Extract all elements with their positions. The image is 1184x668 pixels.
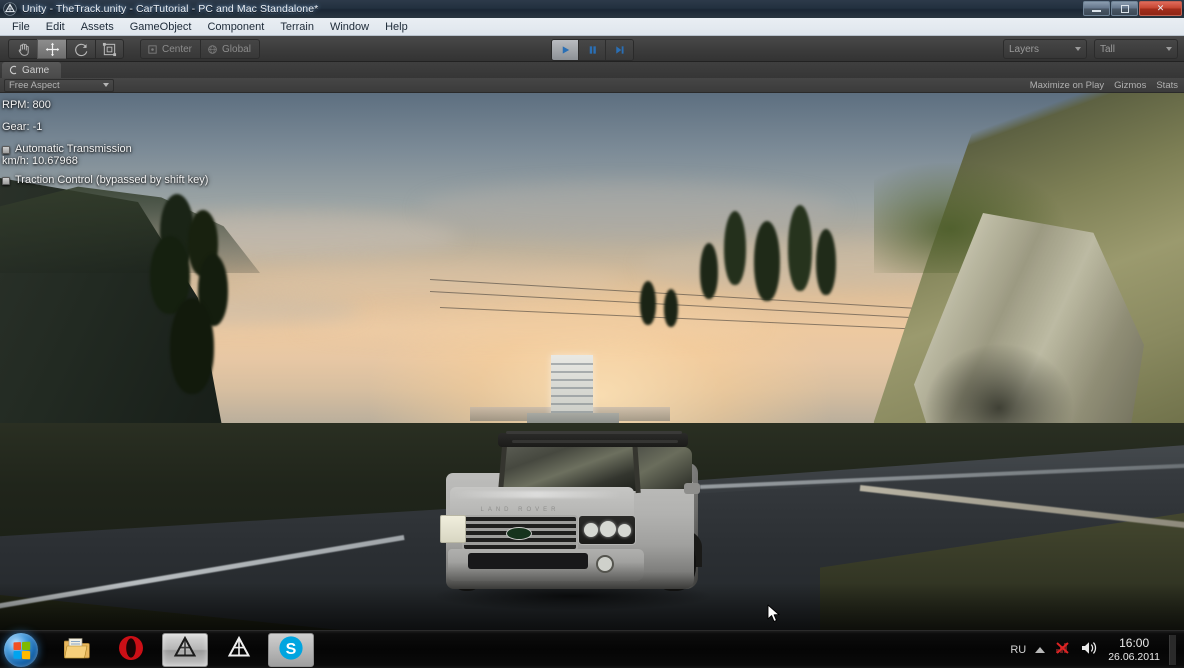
unity-icon xyxy=(172,635,198,666)
menu-bar: File Edit Assets GameObject Component Te… xyxy=(0,18,1184,36)
close-button[interactable]: ✕ xyxy=(1139,1,1182,16)
game-view-options: Maximize on Play Gizmos Stats xyxy=(1030,80,1178,91)
language-indicator[interactable]: RU xyxy=(1010,644,1026,656)
menu-file[interactable]: File xyxy=(4,19,38,35)
network-icon[interactable] xyxy=(1054,640,1071,660)
unity-icon xyxy=(3,2,17,16)
close-icon: ✕ xyxy=(1156,3,1165,13)
view-tab-strip: Game xyxy=(0,62,1184,78)
game-view-toolbar: Free Aspect Maximize on Play Gizmos Stat… xyxy=(0,78,1184,93)
menu-edit[interactable]: Edit xyxy=(38,19,73,35)
show-hidden-icons-icon[interactable] xyxy=(1035,647,1046,653)
skype-icon: S xyxy=(278,635,304,666)
gizmos-toggle[interactable]: Gizmos xyxy=(1114,80,1146,91)
playback-controls xyxy=(551,39,634,61)
stats-toggle[interactable]: Stats xyxy=(1156,80,1178,91)
move-tool[interactable] xyxy=(37,39,66,59)
transform-tools xyxy=(8,39,124,59)
toolbar-right-controls: Layers Tall xyxy=(1003,39,1178,59)
system-tray: RU 16:00 26.06.2011 xyxy=(1010,631,1184,668)
windows-taskbar: S RU 16:00 26.06.2011 xyxy=(0,630,1184,668)
menu-component[interactable]: Component xyxy=(199,19,272,35)
chevron-down-icon xyxy=(103,83,109,87)
layout-label: Tall xyxy=(1100,43,1116,55)
mouse-cursor xyxy=(767,604,781,624)
tab-game[interactable]: Game xyxy=(2,62,62,78)
clock-date: 26.06.2011 xyxy=(1108,650,1160,663)
pivot-mode-label: Center xyxy=(162,43,193,55)
maximize-button[interactable] xyxy=(1111,1,1138,16)
unity-icon xyxy=(226,635,252,666)
rotate-tool[interactable] xyxy=(66,39,95,59)
tab-game-label: Game xyxy=(22,64,50,76)
step-button[interactable] xyxy=(606,40,633,60)
taskbar-file-explorer[interactable] xyxy=(54,633,100,667)
aspect-ratio-label: Free Aspect xyxy=(9,79,60,91)
vehicle-badge: LAND ROVER xyxy=(480,507,560,513)
unity-editor-window: Unity - TheTrack.unity - CarTutorial - P… xyxy=(0,0,1184,668)
clock[interactable]: 16:00 26.06.2011 xyxy=(1108,636,1160,664)
globe-icon xyxy=(208,44,217,54)
play-button[interactable] xyxy=(552,40,579,60)
unity-toolbar: Center Global Layers Tall xyxy=(0,36,1184,62)
pause-button[interactable] xyxy=(579,40,606,60)
game-view-icon xyxy=(9,65,17,75)
menu-window[interactable]: Window xyxy=(322,19,377,35)
layout-dropdown[interactable]: Tall xyxy=(1094,39,1178,59)
pivot-rotation-button[interactable]: Global xyxy=(201,39,260,59)
menu-help[interactable]: Help xyxy=(377,19,416,35)
windows-logo-icon xyxy=(12,641,30,659)
start-button[interactable] xyxy=(4,633,38,667)
show-desktop-button[interactable] xyxy=(1169,635,1176,665)
player-vehicle: LAND ROVER xyxy=(432,431,714,611)
volume-icon[interactable] xyxy=(1080,640,1099,661)
pivot-rotation-label: Global xyxy=(222,43,251,55)
pivot-center-icon xyxy=(148,44,157,54)
opera-icon xyxy=(118,635,144,666)
folder-icon xyxy=(63,637,90,664)
game-view-render[interactable]: LAND ROVER RPM: 800 Gear: -1 Automatic T xyxy=(0,93,1184,630)
taskbar-opera[interactable] xyxy=(108,633,154,667)
taskbar-unity-editor-2[interactable] xyxy=(216,633,262,667)
svg-text:S: S xyxy=(286,641,297,658)
taskbar-unity-editor[interactable] xyxy=(162,633,208,667)
scale-tool[interactable] xyxy=(95,39,124,59)
menu-terrain[interactable]: Terrain xyxy=(272,19,322,35)
minimize-button[interactable] xyxy=(1083,1,1110,16)
layers-label: Layers xyxy=(1009,43,1040,55)
chevron-down-icon xyxy=(1166,47,1172,51)
chevron-down-icon xyxy=(1075,47,1081,51)
taskbar-skype[interactable]: S xyxy=(268,633,314,667)
maximize-on-play-toggle[interactable]: Maximize on Play xyxy=(1030,80,1104,91)
title-bar: Unity - TheTrack.unity - CarTutorial - P… xyxy=(0,0,1184,18)
pivot-mode-button[interactable]: Center xyxy=(140,39,202,59)
window-controls: ✕ xyxy=(1083,1,1182,16)
pivot-controls: Center Global xyxy=(140,39,260,59)
hand-tool[interactable] xyxy=(8,39,37,59)
layers-dropdown[interactable]: Layers xyxy=(1003,39,1087,59)
window-title: Unity - TheTrack.unity - CarTutorial - P… xyxy=(22,3,319,15)
menu-gameobject[interactable]: GameObject xyxy=(122,19,200,35)
clock-time: 16:00 xyxy=(1119,635,1150,650)
menu-assets[interactable]: Assets xyxy=(73,19,122,35)
aspect-ratio-dropdown[interactable]: Free Aspect xyxy=(4,78,114,92)
